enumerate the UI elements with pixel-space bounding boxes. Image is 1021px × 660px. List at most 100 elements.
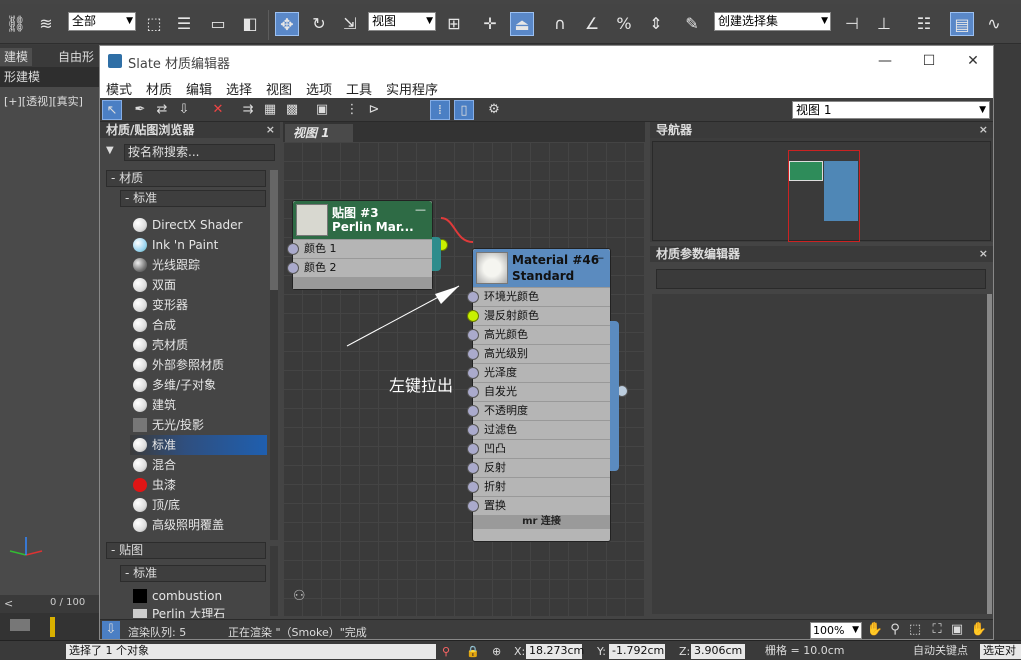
- material-list-item[interactable]: 虫漆: [130, 475, 267, 495]
- close-icon[interactable]: ×: [979, 122, 988, 138]
- group-maps-standard[interactable]: - 标准: [120, 565, 266, 582]
- browser-scrollbar[interactable]: [270, 170, 278, 540]
- zoom-dropdown[interactable]: 100% ▼: [810, 622, 862, 639]
- zoom-region-icon[interactable]: ⬚: [906, 621, 924, 639]
- maximize-icon[interactable]: ☐: [909, 50, 949, 72]
- snap-toggle-icon[interactable]: ∩: [548, 12, 572, 36]
- input-port[interactable]: [467, 481, 479, 493]
- material-slot[interactable]: 过滤色: [467, 420, 610, 439]
- map-slot-color1[interactable]: 颜色 1: [293, 239, 432, 258]
- y-coord-field[interactable]: -1.792cm: [609, 644, 665, 659]
- close-icon[interactable]: ×: [979, 246, 988, 262]
- material-node[interactable]: Material #46 Standard — 环境光颜色 漫反射颜色 高光颜色 高光…: [467, 248, 628, 542]
- zoom-extents-icon[interactable]: ⛶: [928, 621, 946, 639]
- material-slot[interactable]: 反射: [467, 458, 610, 477]
- viewport-label[interactable]: [+][透视][真实]: [4, 93, 83, 109]
- menu-select[interactable]: 选择: [226, 79, 252, 98]
- material-slot[interactable]: 折射: [467, 477, 610, 496]
- edit-named-sel-icon[interactable]: ✎: [680, 12, 704, 36]
- minimize-icon[interactable]: —: [415, 203, 426, 216]
- select-by-name-icon[interactable]: ☰: [172, 12, 196, 36]
- trackbar[interactable]: [0, 613, 100, 640]
- menu-mode[interactable]: 模式: [106, 79, 132, 98]
- category-materials[interactable]: - 材质: [106, 170, 266, 187]
- named-selection-dropdown[interactable]: 创建选择集 ▼: [714, 12, 831, 31]
- material-list-item[interactable]: 建筑: [130, 395, 267, 415]
- menu-edit[interactable]: 编辑: [186, 79, 212, 98]
- menu-options[interactable]: 选项: [306, 79, 332, 98]
- browser-toggle-icon[interactable]: ▯: [454, 100, 474, 120]
- map-node[interactable]: 贴图 #3 Perlin Mar... — 颜色 1 颜色 2: [287, 200, 448, 290]
- node-view-canvas[interactable]: 贴图 #3 Perlin Mar... — 颜色 1 颜色 2 Material…: [283, 142, 645, 616]
- align-icon[interactable]: ⊥: [872, 12, 896, 36]
- set-key-dropdown[interactable]: 选定对: [980, 644, 1021, 659]
- window-crossing-icon[interactable]: ◧: [238, 12, 262, 36]
- curve-editor-icon[interactable]: ∿: [982, 12, 1006, 36]
- menu-utilities[interactable]: 实用程序: [386, 79, 438, 98]
- input-port[interactable]: [467, 500, 479, 512]
- param-scrollbar[interactable]: [987, 294, 992, 614]
- input-port[interactable]: [467, 348, 479, 360]
- tab-freeform[interactable]: 自由形: [54, 48, 98, 66]
- minimize-icon[interactable]: —: [865, 50, 905, 72]
- material-list-item[interactable]: 顶/底: [130, 495, 267, 515]
- maxscript-icon[interactable]: [10, 619, 30, 631]
- layer-manager-icon[interactable]: ☷: [912, 12, 936, 36]
- assign-to-selection-icon[interactable]: ⇩: [174, 100, 194, 120]
- manipulate-icon[interactable]: ✛: [478, 12, 502, 36]
- input-port[interactable]: [467, 367, 479, 379]
- time-slider[interactable]: < 0 / 100: [0, 595, 100, 613]
- mr-connection-rollout[interactable]: mr 连接: [473, 515, 610, 529]
- material-slot[interactable]: 不透明度: [467, 401, 610, 420]
- pan-icon[interactable]: ✋: [866, 621, 884, 639]
- material-list-item[interactable]: 光线跟踪: [130, 255, 267, 275]
- input-port[interactable]: [467, 291, 479, 303]
- material-list-item[interactable]: DirectX Shader: [130, 215, 267, 235]
- material-slot[interactable]: 高光级别: [467, 344, 610, 363]
- zoom-tool-icon[interactable]: ⚲: [886, 621, 904, 639]
- category-maps[interactable]: - 贴图: [106, 542, 266, 559]
- view-select-dropdown[interactable]: 视图 1 ▼: [792, 101, 990, 119]
- minimize-icon[interactable]: —: [593, 251, 604, 264]
- selection-filter-dropdown[interactable]: 全部 ▼: [68, 12, 136, 31]
- binoculars-icon[interactable]: ⚇: [293, 588, 306, 604]
- input-port[interactable]: [467, 329, 479, 341]
- input-port[interactable]: [467, 462, 479, 474]
- mirror-icon[interactable]: ⊣: [840, 12, 864, 36]
- browser-search-input[interactable]: 按名称搜索...: [124, 144, 275, 161]
- show-map-icon[interactable]: ▦: [260, 100, 280, 120]
- rect-selection-icon[interactable]: ▭: [206, 12, 230, 36]
- material-list-item[interactable]: 双面: [130, 275, 267, 295]
- pivot-center-icon[interactable]: ⊞: [442, 12, 466, 36]
- absolute-mode-icon[interactable]: ⊕: [492, 645, 501, 658]
- angle-snap-icon[interactable]: ∠: [580, 12, 604, 36]
- navigator-view[interactable]: [652, 141, 991, 242]
- material-list-item[interactable]: 外部参照材质: [130, 355, 267, 375]
- input-port[interactable]: [467, 386, 479, 398]
- show-background-icon[interactable]: ▩: [282, 100, 302, 120]
- material-list-item[interactable]: 壳材质: [130, 335, 267, 355]
- menu-tools[interactable]: 工具: [346, 79, 372, 98]
- group-standard[interactable]: - 标准: [120, 190, 266, 207]
- z-coord-field[interactable]: 3.906cm: [691, 644, 745, 659]
- material-slot[interactable]: 自发光: [467, 382, 610, 401]
- material-list-item[interactable]: 混合: [130, 455, 267, 475]
- time-prev-icon[interactable]: <: [4, 597, 13, 610]
- find-node-icon[interactable]: ⚙: [484, 100, 504, 120]
- input-port[interactable]: [467, 443, 479, 455]
- autokey-button[interactable]: 自动关键点: [910, 644, 976, 659]
- tab-view-1[interactable]: 视图 1: [285, 124, 353, 142]
- select-tool-icon[interactable]: ↖: [102, 100, 122, 120]
- material-slot[interactable]: 置换: [467, 496, 610, 515]
- input-port[interactable]: [287, 262, 299, 274]
- keyboard-shortcut-icon[interactable]: ⏏: [510, 12, 534, 36]
- select-move-icon[interactable]: ✥: [275, 12, 299, 36]
- spinner-snap-icon[interactable]: ⇕: [644, 12, 668, 36]
- material-slot[interactable]: 环境光颜色: [467, 287, 610, 306]
- menu-view[interactable]: 视图: [266, 79, 292, 98]
- material-slot[interactable]: 凹凸: [467, 439, 610, 458]
- param-name-field[interactable]: [656, 269, 986, 289]
- percent-snap-icon[interactable]: %: [612, 12, 636, 36]
- perspective-viewport[interactable]: [+][透视][真实]: [0, 87, 100, 595]
- bind-spacewarp-icon[interactable]: ≋: [34, 12, 58, 36]
